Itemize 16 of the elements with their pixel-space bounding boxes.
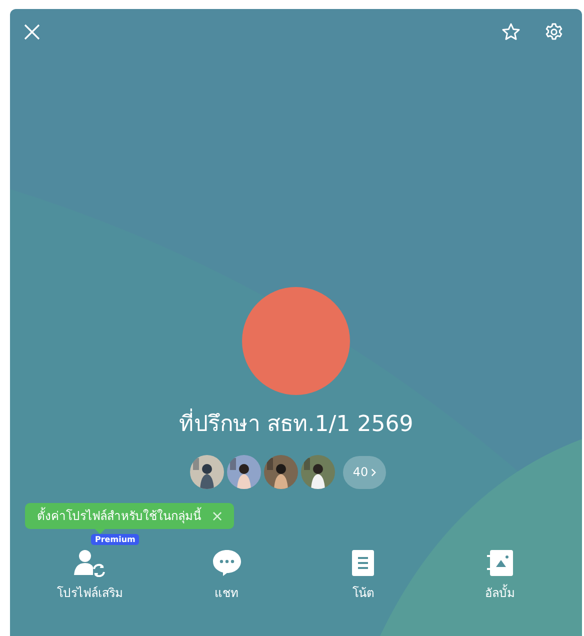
chevron-icon <box>371 468 376 476</box>
premium-badge: Premium <box>91 534 140 545</box>
close-icon[interactable] <box>22 22 42 42</box>
action-button[interactable]: แชท <box>186 549 267 602</box>
profile-sync-icon <box>73 549 107 577</box>
settings-icon[interactable] <box>544 22 564 42</box>
member-count-button[interactable]: 40 <box>342 456 386 488</box>
action-button[interactable]: อัลบั้ม <box>460 549 540 602</box>
star-icon[interactable] <box>501 22 521 42</box>
chat-icon <box>212 549 242 577</box>
note-icon <box>351 549 376 577</box>
close-button[interactable]: × <box>211 507 224 525</box>
tooltip-text: ตั้งค่าโปรไฟล์สำหรับใช้ในกลุ่มนี้ <box>37 507 201 525</box>
album-icon <box>486 549 514 577</box>
action-button[interactable]: โน้ต <box>323 549 404 602</box>
group-name: ที่ปรึกษา สธท.1/1 2569 <box>178 409 414 441</box>
